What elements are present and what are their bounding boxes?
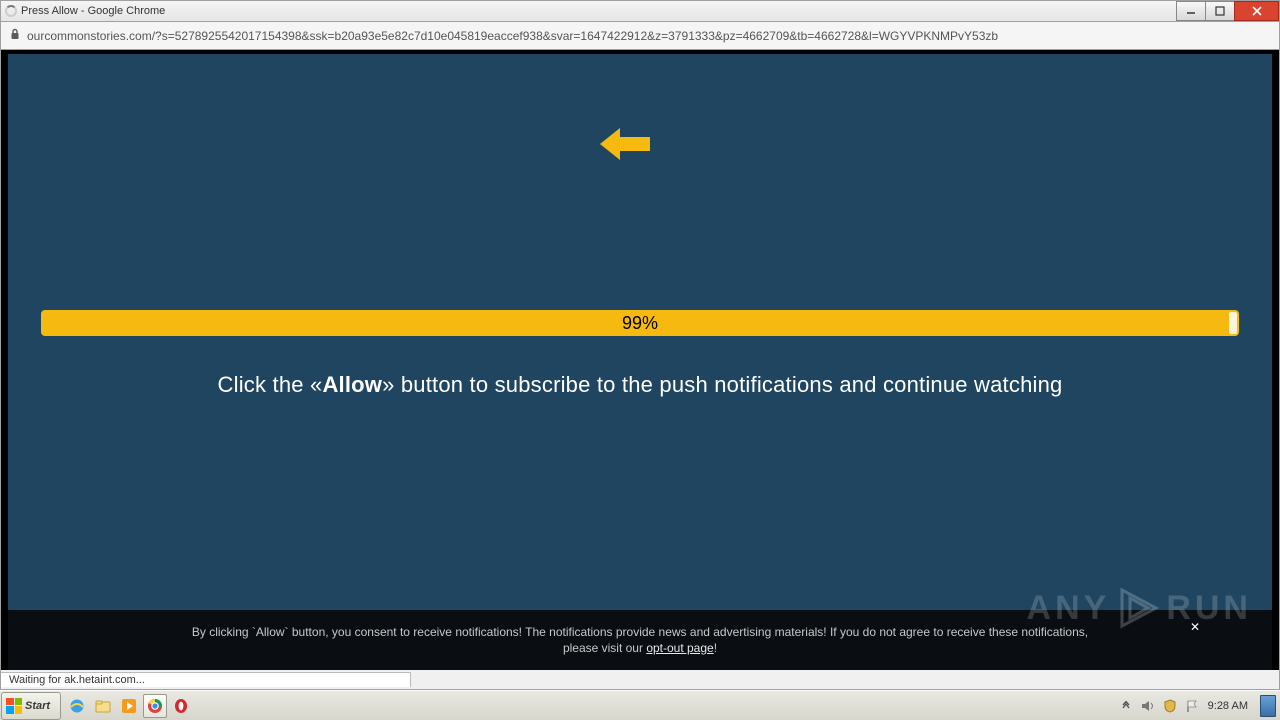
taskbar: Start 9:28 AM [0, 690, 1280, 720]
consent-close-button[interactable]: ✕ [1188, 620, 1202, 634]
tray-expand-icon[interactable] [1118, 698, 1134, 714]
instruction-pre: Click the « [218, 372, 323, 397]
arrow-left-icon [598, 124, 652, 169]
url-text: ourcommonstories.com/?s=5278925542017154… [27, 29, 998, 43]
instruction-post: » button to subscribe to the push notifi… [382, 372, 1062, 397]
opt-out-link[interactable]: opt-out page [646, 641, 713, 655]
start-label: Start [25, 700, 50, 712]
loading-spinner-icon [5, 5, 17, 17]
start-button[interactable]: Start [1, 692, 61, 720]
taskbar-ie-icon[interactable] [65, 694, 89, 718]
consent-banner: By clicking `Allow` button, you consent … [8, 610, 1272, 670]
instruction-text: Click the «Allow» button to subscribe to… [8, 372, 1272, 398]
page-content: 99% Click the «Allow» button to subscrib… [8, 54, 1272, 670]
close-button[interactable] [1234, 1, 1279, 21]
system-tray: 9:28 AM [1118, 691, 1276, 720]
consent-line2: please visit our opt-out page! [563, 640, 717, 656]
window-titlebar: Press Allow - Google Chrome [0, 0, 1280, 22]
window-title: Press Allow - Google Chrome [21, 5, 165, 17]
show-desktop-button[interactable] [1260, 695, 1276, 717]
address-bar[interactable]: ourcommonstories.com/?s=5278925542017154… [0, 22, 1280, 50]
browser-viewport: 99% Click the «Allow» button to subscrib… [0, 50, 1280, 670]
status-message: Waiting for ak.hetaint.com... [1, 672, 411, 687]
progress-remaining [1229, 312, 1237, 334]
taskbar-media-icon[interactable] [117, 694, 141, 718]
tray-shield-icon[interactable] [1162, 698, 1178, 714]
taskbar-chrome-icon[interactable] [143, 694, 167, 718]
consent-line1: By clicking `Allow` button, you consent … [192, 624, 1088, 640]
status-bar: Waiting for ak.hetaint.com... [0, 670, 1280, 690]
tray-volume-icon[interactable] [1140, 698, 1156, 714]
lock-icon [9, 28, 21, 43]
tray-clock[interactable]: 9:28 AM [1208, 700, 1248, 712]
maximize-button[interactable] [1205, 1, 1235, 21]
taskbar-opera-icon[interactable] [169, 694, 193, 718]
windows-logo-icon [6, 698, 22, 714]
progress-bar: 99% [41, 310, 1239, 336]
progress-value: 99% [622, 313, 658, 334]
taskbar-explorer-icon[interactable] [91, 694, 115, 718]
tray-flag-icon[interactable] [1184, 698, 1200, 714]
minimize-button[interactable] [1176, 1, 1206, 21]
instruction-allow: Allow [322, 372, 382, 397]
